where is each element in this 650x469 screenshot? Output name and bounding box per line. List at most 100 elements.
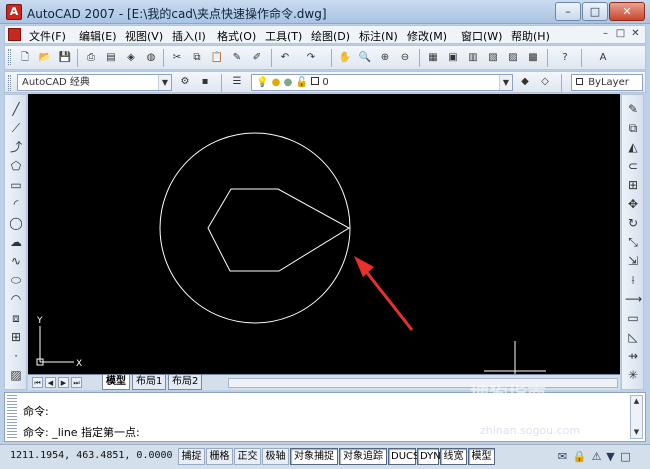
close-button[interactable]: ✕ [609, 2, 645, 21]
ellipse-icon[interactable]: ⬭ [8, 272, 24, 288]
doc-close-button[interactable]: ✕ [629, 28, 642, 41]
trim-icon[interactable]: ⟊ [625, 272, 641, 288]
otrack-toggle[interactable]: 对象追踪 [339, 448, 387, 465]
tray-settings-icon[interactable]: ⚠ [589, 449, 604, 464]
coordinate-readout[interactable]: 1211.1954, 463.4851, 0.0000 [10, 450, 173, 461]
menu-modify[interactable]: 修改(M) [407, 28, 447, 44]
construction-line-icon[interactable]: ⟋ [8, 120, 24, 136]
print-preview-icon[interactable]: ▤ [103, 50, 119, 66]
grid-toggle[interactable]: 栅格 [206, 448, 233, 465]
ortho-toggle[interactable]: 正交 [234, 448, 261, 465]
menu-dimension[interactable]: 标注(N) [359, 28, 398, 44]
command-window[interactable]: 命令: 命令: _line 指定第一点: ▲ ▼ [4, 392, 646, 442]
new-icon[interactable]: 🗋 [17, 50, 33, 66]
join-icon[interactable]: ⇸ [625, 348, 641, 364]
layer-previous-icon[interactable]: ◇ [537, 74, 553, 90]
zoom-window-icon[interactable]: ⊕ [377, 50, 393, 66]
copy-icon[interactable]: ⧉ [189, 50, 205, 66]
stretch-icon[interactable]: ⇲ [625, 253, 641, 269]
command-grip[interactable] [7, 395, 17, 439]
last-tab-icon[interactable]: ⏭ [71, 377, 82, 388]
make-layer-current-icon[interactable]: ◆ [517, 74, 533, 90]
make-block-icon[interactable]: ⊞ [8, 329, 24, 345]
doc-minimize-button[interactable]: – [599, 28, 612, 41]
open-icon[interactable]: 📂 [37, 50, 53, 66]
layer-manager-icon[interactable]: ☰ [229, 74, 245, 90]
pan-icon[interactable]: ✋ [337, 50, 353, 66]
toolbar-grip[interactable] [8, 75, 11, 91]
drawing-area[interactable]: Y X [28, 94, 620, 374]
menu-draw[interactable]: 绘图(D) [311, 28, 350, 44]
zoom-realtime-icon[interactable]: 🔍 [357, 50, 373, 66]
publish-icon[interactable]: ◈ [123, 50, 139, 66]
rotate-icon[interactable]: ↻ [625, 215, 641, 231]
chamfer-icon[interactable]: ◺ [625, 329, 641, 345]
zoom-previous-icon[interactable]: ⊖ [397, 50, 413, 66]
communication-center-icon[interactable]: ✉ [555, 449, 570, 464]
command-scrollbar[interactable]: ▲ ▼ [630, 395, 643, 439]
array-icon[interactable]: ⊞ [625, 177, 641, 193]
snap-toggle[interactable]: 捕捉 [178, 448, 205, 465]
offset-icon[interactable]: ⊂ [625, 158, 641, 174]
clean-screen-icon[interactable]: □ [618, 449, 633, 464]
dyn-toggle[interactable]: DYN [417, 448, 441, 465]
workspace-select[interactable]: AutoCAD 经典 ▼ [17, 74, 172, 91]
print-icon[interactable]: ⎙ [83, 50, 99, 66]
cut-icon[interactable]: ✂ [169, 50, 185, 66]
menu-view[interactable]: 视图(V) [125, 28, 163, 44]
menu-file[interactable]: 文件(F) [29, 28, 66, 44]
line-icon[interactable]: ╱ [8, 101, 24, 117]
ellipse-arc-icon[interactable]: ◠ [8, 291, 24, 307]
chevron-down-icon[interactable]: ▼ [499, 75, 512, 90]
hatch-icon[interactable]: ▨ [8, 367, 24, 383]
menu-format[interactable]: 格式(O) [217, 28, 256, 44]
toolbar-grip[interactable] [8, 49, 11, 65]
design-center-icon[interactable]: ▣ [445, 50, 461, 66]
extend-icon[interactable]: ⟶ [625, 291, 642, 307]
scale-icon[interactable]: ⤡ [625, 234, 641, 250]
tool-palettes-icon[interactable]: ▥ [465, 50, 481, 66]
ducs-toggle[interactable]: DUCS [388, 448, 419, 465]
circle-icon[interactable]: ◯ [8, 215, 24, 231]
point-icon[interactable]: · [8, 348, 24, 364]
circle-entity[interactable] [159, 132, 351, 324]
undo-icon[interactable]: ↶ [277, 50, 293, 66]
doc-restore-button[interactable]: □ [614, 28, 627, 41]
save-workspace-icon[interactable]: ▪ [197, 74, 213, 90]
horizontal-scrollbar[interactable] [228, 378, 618, 388]
menu-window[interactable]: 窗口(W) [461, 28, 502, 44]
revision-cloud-icon[interactable]: ☁ [8, 234, 24, 250]
menu-help[interactable]: 帮助(H) [511, 28, 550, 44]
tab-layout2[interactable]: 布局2 [168, 375, 203, 390]
scroll-up-icon[interactable]: ▲ [631, 396, 642, 407]
match-properties-icon[interactable]: ✎ [229, 50, 245, 66]
spline-icon[interactable]: ∿ [8, 253, 24, 269]
maximize-button[interactable]: □ [582, 2, 608, 21]
quickcalc-icon[interactable]: ▩ [525, 50, 541, 66]
lineweight-toggle[interactable]: 线宽 [440, 448, 467, 465]
document-icon[interactable] [8, 28, 21, 41]
insert-block-icon[interactable]: ⧈ [8, 310, 24, 326]
minimize-button[interactable]: – [555, 2, 581, 21]
erase-icon[interactable]: ✎ [625, 101, 641, 117]
help-icon[interactable]: ? [557, 50, 573, 66]
polygon-icon[interactable]: ⬠ [8, 158, 24, 174]
mirror-icon[interactable]: ◭ [625, 139, 641, 155]
break-icon[interactable]: ▭ [625, 310, 641, 326]
chevron-down-icon[interactable]: ▼ [158, 75, 171, 90]
workspace-settings-icon[interactable]: ⚙ [177, 74, 193, 90]
sheet-set-icon[interactable]: ▧ [485, 50, 501, 66]
copy-object-icon[interactable]: ⧉ [625, 120, 641, 136]
tab-model[interactable]: 模型 [102, 375, 130, 390]
polar-toggle[interactable]: 极轴 [262, 448, 289, 465]
text-style-icon[interactable]: A [595, 50, 611, 66]
rectangle-icon[interactable]: ▭ [8, 177, 24, 193]
color-select[interactable]: ByLayer [571, 74, 643, 91]
layer-select[interactable]: 💡 ● ● 🔓 0 ▼ [251, 74, 513, 91]
prev-tab-icon[interactable]: ◀ [45, 377, 56, 388]
save-icon[interactable]: 💾 [57, 50, 73, 66]
markup-icon[interactable]: ▨ [505, 50, 521, 66]
block-editor-icon[interactable]: ✐ [249, 50, 265, 66]
scroll-down-icon[interactable]: ▼ [631, 427, 642, 438]
lock-toolbar-icon[interactable]: 🔒 [572, 449, 587, 464]
